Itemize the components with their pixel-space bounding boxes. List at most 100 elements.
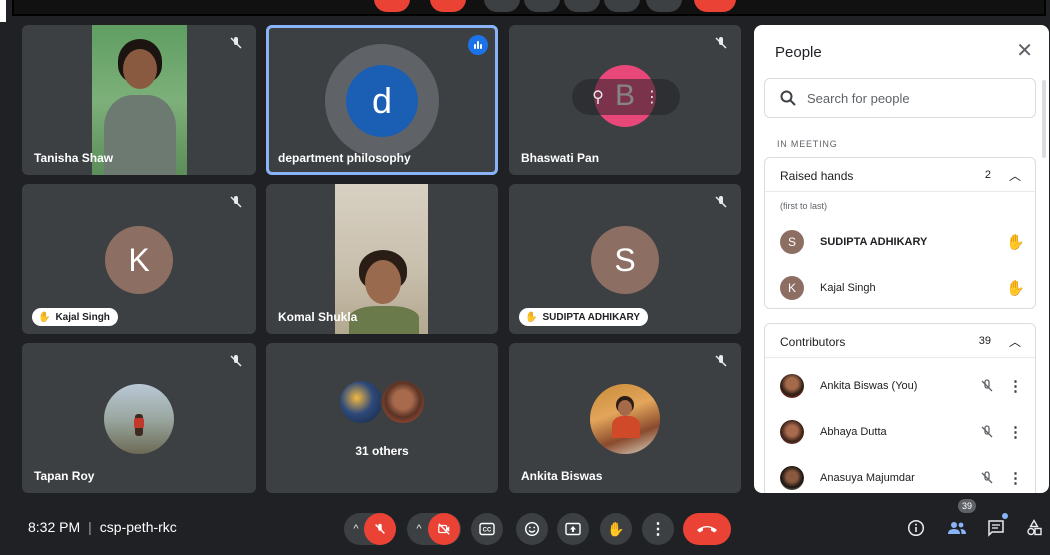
list-item[interactable]: Anasuya Majumdar ⋮ xyxy=(780,466,1025,490)
avatar xyxy=(338,379,384,425)
list-item[interactable]: S SUDIPTA ADHIKARY ✋ xyxy=(780,230,1025,254)
emoji-button[interactable] xyxy=(516,513,548,545)
person-name: Abhaya Dutta xyxy=(820,426,887,438)
present-icon xyxy=(565,522,581,536)
more-options-icon[interactable]: ⋮ xyxy=(644,87,660,107)
speaking-indicator-icon xyxy=(468,35,488,55)
contributors-group: Contributors 39 ︿ Ankita Biswas (You) ⋮ … xyxy=(764,323,1036,493)
panel-scrollbar[interactable] xyxy=(1042,80,1046,158)
avatar xyxy=(780,420,804,444)
raise-hand-icon: ✋ xyxy=(525,311,538,323)
captions-button[interactable]: CC xyxy=(471,513,503,545)
participant-name: Tanisha Shaw xyxy=(34,151,114,165)
avatar-initial: S xyxy=(787,235,796,249)
captions-icon: CC xyxy=(479,522,495,536)
contributors-header[interactable]: Contributors 39 ︿ xyxy=(765,324,1035,358)
raise-hand-icon: ✋ xyxy=(38,311,51,323)
avatar: S xyxy=(780,230,804,254)
participant-tile-others[interactable]: 31 others xyxy=(266,343,498,493)
avatar: d xyxy=(346,65,418,137)
group-title: Contributors xyxy=(780,335,846,349)
people-icon xyxy=(948,522,966,534)
svg-text:CC: CC xyxy=(483,528,492,534)
raise-hand-icon: ✋ xyxy=(607,520,625,537)
mic-off-icon xyxy=(375,523,385,534)
search-box[interactable] xyxy=(764,78,1036,118)
avatar-initial: d xyxy=(371,80,393,121)
list-item[interactable]: K Kajal Singh ✋ xyxy=(780,276,1025,300)
participant-tile-bhaswati[interactable]: B ⚲ ⋮ Bhaswati Pan xyxy=(509,25,741,175)
search-icon xyxy=(780,90,796,106)
avatar: S xyxy=(591,226,659,294)
activities-icon xyxy=(1027,519,1042,536)
person-name: Ankita Biswas (You) xyxy=(820,380,918,392)
avatar xyxy=(590,384,660,454)
mic-off-icon[interactable] xyxy=(979,378,995,394)
end-call-button[interactable] xyxy=(683,513,731,545)
meeting-details: 8:32 PM | csp-peth-rkc xyxy=(28,519,177,535)
meeting-time: 8:32 PM xyxy=(28,519,81,535)
participant-tile-ankita[interactable]: Ankita Biswas xyxy=(509,343,741,493)
raise-hand-button[interactable]: ✋ xyxy=(600,513,632,545)
avatar: K xyxy=(780,276,804,300)
participant-tile-tapan[interactable]: Tapan Roy xyxy=(22,343,256,493)
participant-name: Komal Shukla xyxy=(278,310,358,324)
info-button[interactable] xyxy=(903,515,929,541)
avatar-initial: S xyxy=(614,241,636,278)
chat-icon xyxy=(988,520,1004,537)
mic-off-icon[interactable] xyxy=(979,470,995,486)
avatar xyxy=(380,379,426,425)
chat-notification-dot xyxy=(1002,513,1008,519)
meet-window: Tanisha Shaw d department philosophy B ⚲… xyxy=(0,0,1050,555)
mic-off-icon xyxy=(715,355,727,367)
emoji-icon xyxy=(524,521,540,537)
people-panel: People ✕ IN MEETING Raised hands 2 ︿ (fi… xyxy=(754,25,1049,493)
more-options-icon[interactable]: ⋮ xyxy=(1008,377,1023,395)
more-options-button[interactable]: ⋮ xyxy=(642,513,674,545)
list-item[interactable]: Abhaya Dutta ⋮ xyxy=(780,420,1025,444)
present-button[interactable] xyxy=(557,513,589,545)
mic-off-icon xyxy=(230,355,242,367)
window-edge xyxy=(0,0,6,22)
people-button[interactable] xyxy=(944,515,970,541)
mic-off-icon xyxy=(715,37,727,49)
participant-name: Ankita Biswas xyxy=(521,469,603,483)
participant-tile-komal[interactable]: Komal Shukla xyxy=(266,184,498,334)
mic-off-icon xyxy=(230,196,242,208)
others-count-label: 31 others xyxy=(355,444,409,458)
info-icon xyxy=(907,519,925,537)
activities-button[interactable] xyxy=(1021,515,1047,541)
group-count: 39 xyxy=(978,335,991,347)
raised-hand-chip: ✋ Kajal Singh xyxy=(32,308,118,326)
list-item[interactable]: Ankita Biswas (You) ⋮ xyxy=(780,374,1025,398)
chevron-up-icon[interactable]: ︿ xyxy=(1009,167,1021,184)
more-options-icon[interactable]: ⋮ xyxy=(1008,423,1023,441)
raised-hands-header[interactable]: Raised hands 2 ︿ xyxy=(765,158,1035,192)
meeting-code[interactable]: csp-peth-rkc xyxy=(100,519,177,535)
participant-tile-sudipta[interactable]: S ✋ SUDIPTA ADHIKARY xyxy=(509,184,741,334)
mic-off-button[interactable] xyxy=(364,513,396,545)
chevron-up-icon[interactable]: ︿ xyxy=(1009,333,1021,350)
separator: | xyxy=(88,519,92,535)
search-input[interactable] xyxy=(807,90,1007,106)
section-label: IN MEETING xyxy=(777,139,838,149)
person-name: Anasuya Majumdar xyxy=(820,472,915,484)
end-call-icon xyxy=(697,526,717,533)
raised-hand-chip: ✋ SUDIPTA ADHIKARY xyxy=(519,308,649,326)
top-toolbar-strip xyxy=(12,0,1046,16)
order-note: (first to last) xyxy=(780,201,828,211)
avatar-initial: K xyxy=(128,241,150,278)
participant-tile-department-philosophy[interactable]: d department philosophy xyxy=(266,25,498,175)
raise-hand-icon[interactable]: ✋ xyxy=(1006,279,1025,297)
participant-tile-kajal[interactable]: K ✋ Kajal Singh xyxy=(22,184,256,334)
chip-label: SUDIPTA ADHIKARY xyxy=(542,311,641,323)
mic-off-icon[interactable] xyxy=(979,424,995,440)
avatar xyxy=(104,384,174,454)
avatar xyxy=(780,374,804,398)
raise-hand-icon[interactable]: ✋ xyxy=(1006,233,1025,251)
more-options-icon[interactable]: ⋮ xyxy=(1008,469,1023,487)
close-icon[interactable]: ✕ xyxy=(1016,41,1033,61)
camera-off-button[interactable] xyxy=(428,513,460,545)
participant-tile-tanisha[interactable]: Tanisha Shaw xyxy=(22,25,256,175)
pin-icon[interactable]: ⚲ xyxy=(592,87,604,107)
